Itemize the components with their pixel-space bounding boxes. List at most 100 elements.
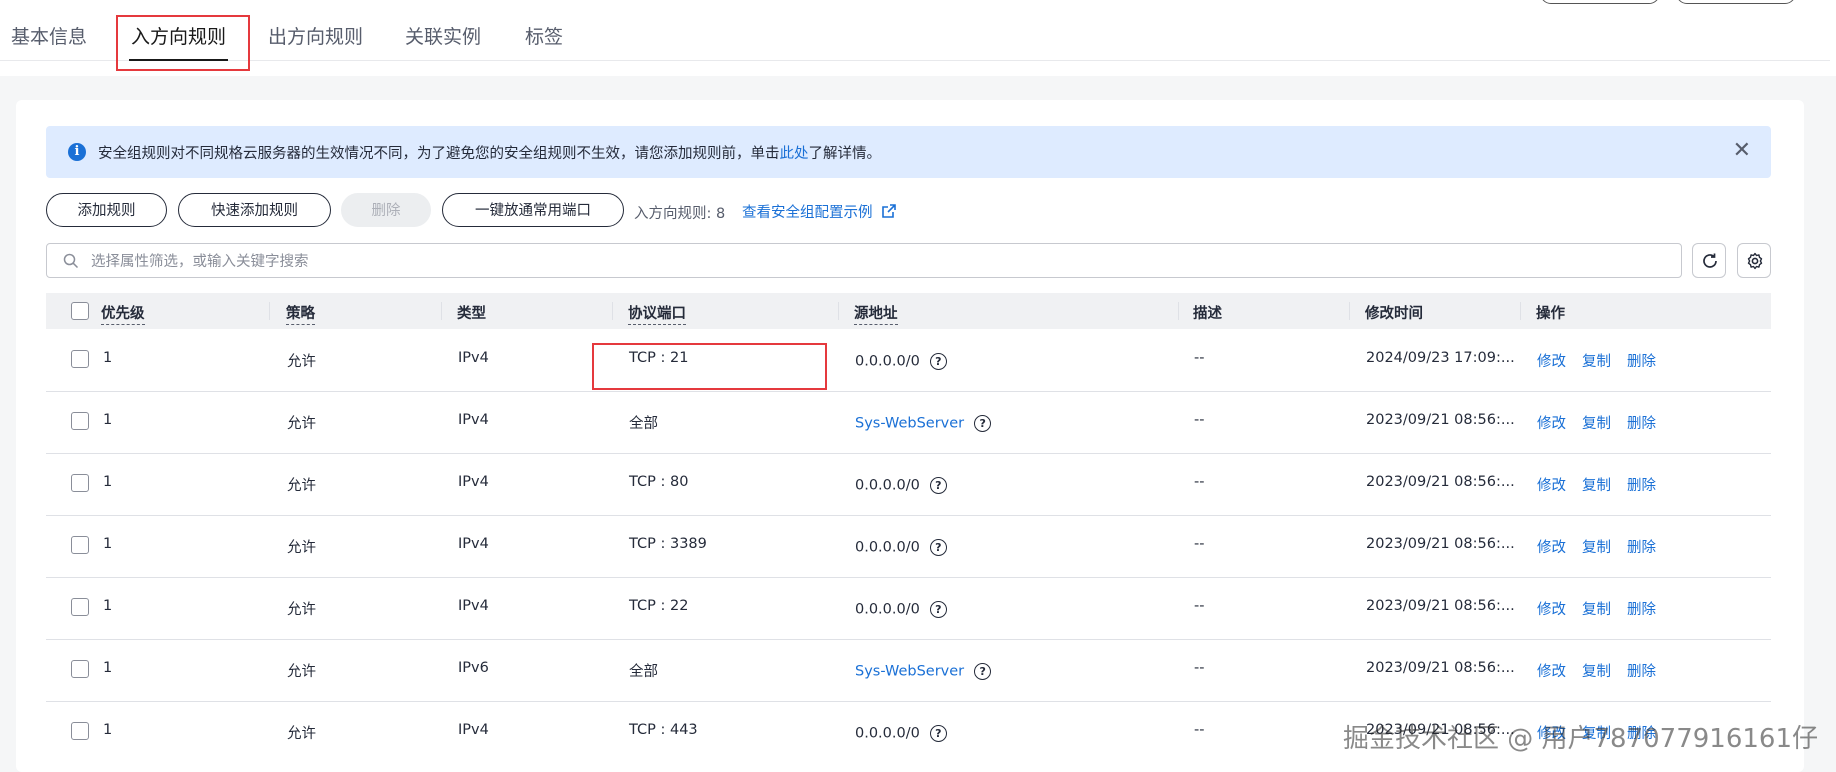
cell-protocol-port: TCP : 443 [629, 722, 698, 738]
search-input[interactable] [89, 244, 1653, 279]
delete-link[interactable]: 删除 [1627, 536, 1656, 557]
source-group-link[interactable]: Sys-WebServer [855, 664, 964, 680]
refresh-icon [1703, 253, 1717, 268]
cell-description: -- [1194, 598, 1205, 614]
row-checkbox[interactable] [71, 350, 89, 368]
cell-source: Sys-WebServer? [855, 415, 992, 432]
cell-modified-time: 2023/09/21 08:56:... [1366, 660, 1515, 676]
table-row: 1 允许 IPv4 TCP : 21 0.0.0.0/0? -- 2024/09… [46, 329, 1771, 392]
cell-protocol-port: TCP : 22 [629, 598, 689, 614]
security-group-example-link[interactable]: 查看安全组配置示例 [742, 201, 897, 222]
modify-link[interactable]: 修改 [1537, 536, 1566, 557]
column-divider [269, 302, 270, 320]
row-checkbox[interactable] [71, 722, 89, 740]
source-group-link[interactable]: Sys-WebServer [855, 416, 964, 432]
cell-type: IPv4 [458, 350, 489, 366]
copy-link[interactable]: 复制 [1582, 660, 1611, 681]
cell-type: IPv4 [458, 474, 489, 490]
column-divider [1178, 302, 1179, 320]
cell-modified-time: 2023/09/21 08:56:... [1366, 536, 1515, 552]
copy-link[interactable]: 复制 [1582, 412, 1611, 433]
cell-priority: 1 [103, 412, 113, 428]
tab-bar-area: 基本信息 入方向规则 出方向规则 关联实例 标签 [0, 0, 1836, 76]
cell-policy: 允许 [287, 478, 316, 494]
help-icon[interactable]: ? [929, 353, 947, 370]
help-icon[interactable]: ? [974, 663, 992, 680]
cell-type: IPv4 [458, 536, 489, 552]
row-checkbox[interactable] [71, 598, 89, 616]
header-policy[interactable]: 策略 [286, 302, 315, 325]
tab-tags[interactable]: 标签 [525, 22, 563, 49]
help-icon[interactable]: ? [929, 539, 947, 556]
row-checkbox[interactable] [71, 660, 89, 678]
row-checkbox[interactable] [71, 474, 89, 492]
row-checkbox[interactable] [71, 536, 89, 554]
source-value: 0.0.0.0/0 [855, 477, 920, 494]
cell-source: Sys-WebServer? [855, 663, 992, 680]
select-all-checkbox[interactable] [71, 302, 89, 320]
cell-type: IPv4 [458, 412, 489, 428]
cell-modified-time: 2023/09/21 08:56:... [1366, 474, 1515, 490]
delete-link[interactable]: 删除 [1627, 660, 1656, 681]
tab-associated-instances[interactable]: 关联实例 [405, 22, 481, 49]
copy-link[interactable]: 复制 [1582, 598, 1611, 619]
modify-link[interactable]: 修改 [1537, 474, 1566, 495]
cell-modified-time: 2024/09/23 17:09:... [1366, 350, 1515, 366]
table-row: 1 允许 IPv6 全部 Sys-WebServer? -- 2023/09/2… [46, 639, 1771, 702]
highlight-box [116, 15, 250, 71]
cell-priority: 1 [103, 598, 113, 614]
external-link-icon [881, 204, 896, 218]
modify-link[interactable]: 修改 [1537, 350, 1566, 371]
delete-link[interactable]: 删除 [1627, 412, 1656, 433]
source-value: 0.0.0.0/0 [855, 539, 920, 556]
refresh-button[interactable] [1692, 243, 1726, 278]
column-divider [838, 302, 839, 320]
copy-link[interactable]: 复制 [1582, 350, 1611, 371]
delete-link[interactable]: 删除 [1627, 598, 1656, 619]
search-box [46, 243, 1682, 279]
cell-description: -- [1194, 536, 1205, 552]
help-icon[interactable]: ? [929, 725, 947, 742]
column-divider [441, 302, 442, 320]
help-icon[interactable]: ? [929, 601, 947, 618]
cell-priority: 1 [103, 660, 113, 676]
open-common-ports-button[interactable]: 一键放通常用端口 [442, 193, 624, 227]
cell-source: 0.0.0.0/0? [855, 539, 947, 556]
tab-outbound-rules[interactable]: 出方向规则 [268, 22, 363, 49]
column-divider [1349, 302, 1350, 320]
modify-link[interactable]: 修改 [1537, 660, 1566, 681]
cell-type: IPv6 [458, 660, 489, 676]
header-priority[interactable]: 优先级 [101, 302, 145, 325]
help-icon[interactable]: ? [929, 477, 947, 494]
modify-link[interactable]: 修改 [1537, 598, 1566, 619]
cell-type: IPv4 [458, 598, 489, 614]
cell-description: -- [1194, 474, 1205, 490]
highlight-box [592, 343, 827, 390]
delete-link[interactable]: 删除 [1627, 474, 1656, 495]
copy-link[interactable]: 复制 [1582, 474, 1611, 495]
copy-link[interactable]: 复制 [1582, 536, 1611, 557]
header-description: 描述 [1193, 306, 1222, 322]
modify-link[interactable]: 修改 [1537, 412, 1566, 433]
delete-link[interactable]: 删除 [1627, 350, 1656, 371]
help-icon[interactable]: ? [974, 415, 992, 432]
details-link[interactable]: 此处 [780, 146, 809, 162]
quick-add-rule-button[interactable]: 快速添加规则 [178, 193, 331, 227]
table-header: 优先级 策略 类型 协议端口 源地址 描述 修改时间 操作 [46, 293, 1771, 329]
tab-basic-info[interactable]: 基本信息 [11, 22, 87, 49]
row-checkbox[interactable] [71, 412, 89, 430]
settings-button[interactable] [1737, 243, 1771, 278]
cell-policy: 允许 [287, 540, 316, 556]
cell-source: 0.0.0.0/0? [855, 601, 947, 618]
cell-policy: 允许 [287, 602, 316, 618]
cell-policy: 允许 [287, 416, 316, 432]
close-icon[interactable]: ✕ [1733, 139, 1751, 163]
source-value: 0.0.0.0/0 [855, 725, 920, 742]
gear-icon [1747, 252, 1763, 270]
cell-protocol-port: TCP : 80 [629, 474, 689, 490]
header-protocol-port[interactable]: 协议端口 [628, 302, 686, 325]
header-source[interactable]: 源地址 [854, 302, 898, 325]
add-rule-button[interactable]: 添加规则 [46, 193, 167, 227]
cell-source: 0.0.0.0/0? [855, 725, 947, 742]
table-row: 1 允许 IPv4 TCP : 80 0.0.0.0/0? -- 2023/09… [46, 453, 1771, 516]
